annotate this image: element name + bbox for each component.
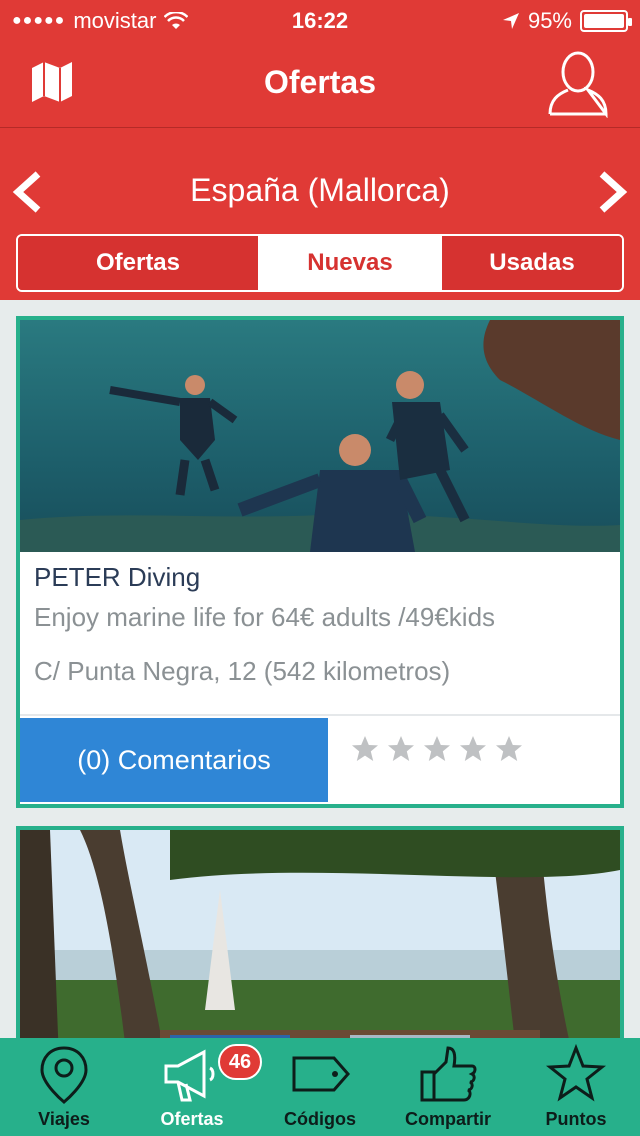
tab-label: Viajes [38,1109,90,1129]
tab-label: Ofertas [160,1109,224,1129]
tab-bar: Viajes Ofertas Códigos Compartir Puntos [0,1038,640,1136]
notification-badge: 46 [218,1044,262,1080]
segment-nuevas[interactable]: Nuevas [260,236,442,290]
tag-icon [292,1056,350,1092]
user-icon[interactable] [544,50,612,118]
segment-ofertas[interactable]: Ofertas [18,236,260,290]
location-arrow-icon [502,13,519,29]
comments-button[interactable]: (0) Comentarios [20,718,328,802]
star-icon[interactable] [350,734,380,764]
star-icon[interactable] [494,734,524,764]
star-icon[interactable] [422,734,452,764]
segment-usadas[interactable]: Usadas [442,236,622,290]
header: ●●●●● movistar 16:22 95% Ofertas España … [0,0,640,300]
tab-label: Códigos [284,1109,356,1129]
battery-icon [580,10,632,32]
status-bar: ●●●●● movistar 16:22 95% [0,0,640,40]
nav-bar: Ofertas [0,40,640,128]
offer-photo [20,320,620,552]
tab-label: Puntos [545,1109,607,1129]
offer-footer: (0) Comentarios [20,714,620,804]
star-icon [545,1044,607,1102]
region-selector: España (Mallorca) [0,150,640,230]
rating-stars[interactable] [350,734,524,764]
tab-viajes[interactable]: Viajes [0,1038,128,1136]
battery-label: 95% [527,8,572,33]
tab-codigos[interactable]: Códigos [256,1038,384,1136]
tab-compartir[interactable]: Compartir [384,1038,512,1136]
offer-subtitle: Enjoy marine life for 64€ adults /49€kid… [34,602,496,632]
location-pin-icon [40,1046,88,1104]
megaphone-icon [164,1049,215,1102]
tab-label: Compartir [404,1109,491,1129]
tab-puntos[interactable]: Puntos [512,1038,640,1136]
offer-title: PETER Diving [34,562,201,592]
region-label: España (Mallorca) [190,172,450,208]
offer-card[interactable]: PETER Diving Enjoy marine life for 64€ a… [16,316,624,808]
segmented-control: Ofertas Nuevas Usadas [16,234,624,292]
offer-address: C/ Punta Negra, 12 (542 kilometros) [34,656,451,686]
thumbs-up-icon [420,1046,477,1102]
star-icon[interactable] [458,734,488,764]
star-icon[interactable] [386,734,416,764]
chevron-right-icon[interactable] [592,170,632,214]
